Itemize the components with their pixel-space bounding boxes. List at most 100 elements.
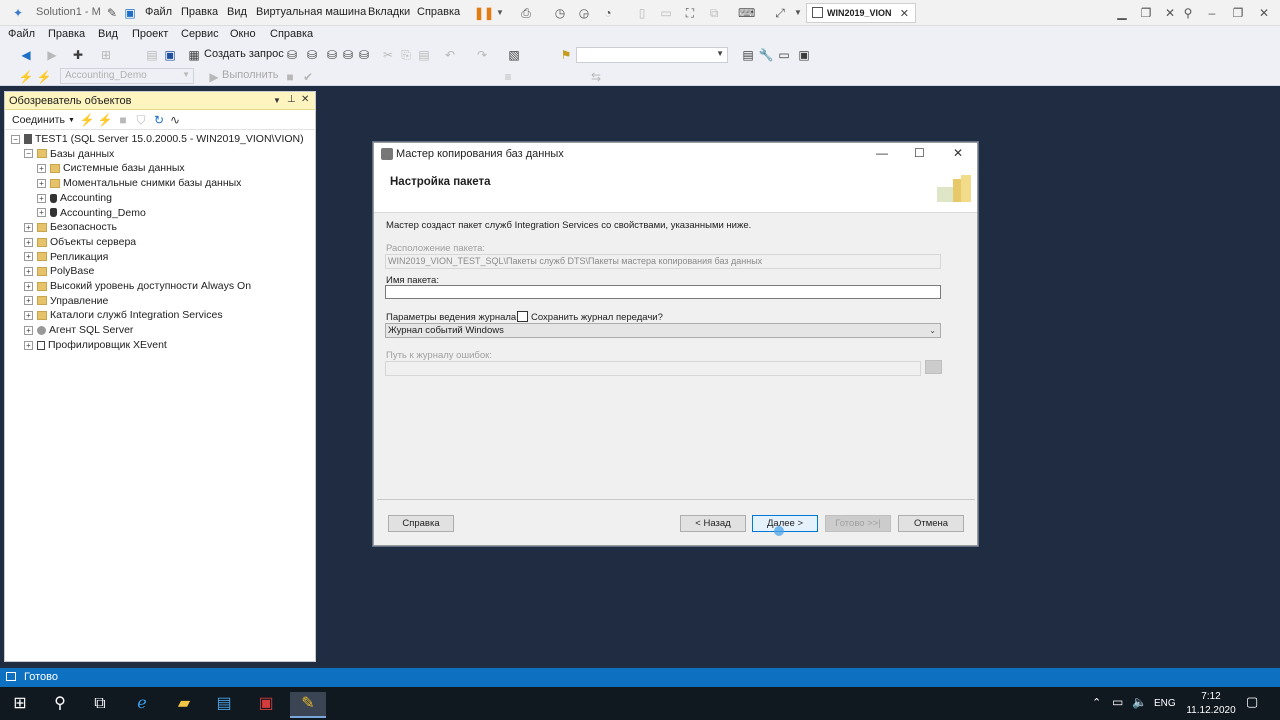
- toolbox-icon[interactable]: ▭: [776, 47, 792, 63]
- connect-object-explorer-icon[interactable]: ⚡: [79, 112, 95, 128]
- sql-installer-icon[interactable]: ▣: [248, 692, 284, 718]
- logging-select[interactable]: Журнал событий Windows ⌄: [385, 323, 941, 338]
- tree-node[interactable]: + Системные базы данных: [37, 162, 185, 176]
- dax-query-icon[interactable]: ⛁: [356, 47, 372, 63]
- close-icon[interactable]: ✕: [301, 94, 309, 105]
- properties-icon[interactable]: 🔧: [758, 47, 774, 63]
- tree-node[interactable]: + Безопасность: [24, 221, 117, 235]
- fullscreen-icon[interactable]: ⛶: [682, 5, 698, 21]
- find-in-files-icon[interactable]: ⚑: [558, 47, 574, 63]
- unity-icon[interactable]: ⧉: [706, 5, 722, 21]
- vm-menu-file[interactable]: Файл: [145, 6, 172, 18]
- expand-icon[interactable]: +: [37, 178, 46, 188]
- cut-icon[interactable]: ✂: [380, 47, 396, 63]
- save-all-icon[interactable]: ▣: [162, 47, 178, 63]
- pause-icon[interactable]: ❚❚: [474, 5, 494, 21]
- help-button[interactable]: Справка: [388, 515, 454, 532]
- database-combo[interactable]: Accounting_Demo ▼: [60, 68, 194, 84]
- send-keys-icon[interactable]: ⎙: [518, 5, 534, 21]
- copy-icon[interactable]: ⎘: [398, 47, 414, 63]
- task-view-icon[interactable]: ⧉: [82, 692, 118, 718]
- sidebar-icon[interactable]: ▯: [634, 5, 650, 21]
- paste-icon[interactable]: ▤: [416, 47, 432, 63]
- activity-monitor-icon[interactable]: ∿: [167, 112, 183, 128]
- stretch-icon[interactable]: ⤢: [772, 5, 788, 21]
- vm-menu-edit[interactable]: Правка: [181, 6, 218, 18]
- snapshot-icon[interactable]: ◷: [552, 5, 568, 21]
- tree-node[interactable]: + Моментальные снимки базы данных: [37, 177, 241, 191]
- xmla-query-icon[interactable]: ⛁: [340, 47, 356, 63]
- network-icon[interactable]: ▭: [1112, 695, 1123, 709]
- new-query-button[interactable]: Создать запрос: [204, 48, 284, 60]
- connect-icon[interactable]: ⚡: [18, 69, 34, 85]
- minimize-icon[interactable]: –: [1204, 5, 1220, 21]
- disconnect-icon[interactable]: ⚡: [97, 112, 113, 128]
- tree-node[interactable]: + Объекты сервера: [24, 236, 136, 250]
- vm-menu-tabs[interactable]: Вкладки: [368, 6, 410, 18]
- search-icon[interactable]: ⚲: [42, 692, 78, 718]
- tree-node[interactable]: + Accounting_Demo: [37, 207, 146, 221]
- tree-node[interactable]: + Репликация: [24, 251, 108, 265]
- add-item-icon[interactable]: ⊞: [98, 47, 114, 63]
- menu-window[interactable]: Окно: [230, 28, 256, 40]
- pin-icon[interactable]: ⊥: [287, 94, 296, 105]
- tree-node[interactable]: + Высокий уровень доступности Always On: [24, 280, 251, 294]
- expand-icon[interactable]: +: [24, 222, 33, 232]
- notifications-icon[interactable]: ▢: [1246, 694, 1258, 710]
- close-icon[interactable]: ✕: [900, 7, 909, 20]
- vm-menu-help[interactable]: Справка: [417, 6, 460, 18]
- back-icon[interactable]: ◀: [18, 47, 34, 63]
- chevron-up-icon[interactable]: ⌃: [1092, 696, 1101, 709]
- windows-start-icon[interactable]: ⊞: [2, 692, 38, 718]
- server-manager-icon[interactable]: ▤: [206, 692, 242, 718]
- expand-icon[interactable]: +: [24, 311, 33, 321]
- save-log-checkbox[interactable]: [517, 311, 528, 322]
- save-icon[interactable]: ▤: [144, 47, 160, 63]
- parse-icon[interactable]: ✔: [300, 69, 316, 85]
- vm-tab[interactable]: WIN2019_VION ✕: [806, 3, 916, 23]
- menu-tools[interactable]: Сервис: [181, 28, 219, 40]
- expand-icon[interactable]: +: [24, 237, 33, 247]
- expand-icon[interactable]: +: [24, 252, 33, 262]
- expand-icon[interactable]: +: [24, 267, 33, 277]
- dmx-query-icon[interactable]: ⛁: [324, 47, 340, 63]
- collapse-icon[interactable]: −: [11, 134, 20, 144]
- file-explorer-icon[interactable]: ▰: [166, 692, 202, 718]
- execute-icon[interactable]: ▶: [206, 69, 222, 85]
- expand-icon[interactable]: +: [24, 281, 33, 291]
- restore-icon[interactable]: ❐: [1230, 5, 1246, 21]
- tree-node[interactable]: + Управление: [24, 295, 108, 309]
- edge-icon[interactable]: ℯ: [124, 692, 160, 718]
- redo-icon[interactable]: ↷: [474, 47, 490, 63]
- tree-node[interactable]: − TEST1 (SQL Server 15.0.2000.5 - WIN2019…: [11, 133, 304, 147]
- connect-button[interactable]: Соединить: [12, 114, 65, 126]
- pin-icon[interactable]: ✎: [104, 5, 120, 21]
- expand-icon[interactable]: +: [37, 193, 46, 203]
- volume-icon[interactable]: 🔈: [1132, 695, 1147, 709]
- expand-icon[interactable]: +: [37, 164, 46, 174]
- tree-node[interactable]: − Базы данных: [24, 148, 114, 162]
- chevron-down-icon[interactable]: ▼: [492, 5, 508, 21]
- search-icon[interactable]: ⚲: [1180, 5, 1196, 21]
- ssms-taskbar-icon[interactable]: ✎: [290, 692, 326, 718]
- chevron-down-icon[interactable]: ▼: [273, 96, 281, 105]
- menu-help[interactable]: Справка: [270, 28, 313, 40]
- console-view-icon[interactable]: ▭: [658, 5, 674, 21]
- expand-icon[interactable]: +: [24, 325, 33, 335]
- comment-icon[interactable]: ≡: [500, 69, 516, 85]
- tree-node[interactable]: + Профилировщик XEvent: [24, 339, 167, 353]
- terminal-icon[interactable]: ⌨: [738, 5, 755, 21]
- minimize-icon[interactable]: —: [876, 146, 888, 160]
- output-icon[interactable]: ▣: [796, 47, 812, 63]
- menu-edit[interactable]: Правка: [48, 28, 85, 40]
- new-query-icon[interactable]: ▦: [186, 47, 202, 63]
- refresh-icon[interactable]: ↻: [151, 112, 167, 128]
- execute-button[interactable]: Выполнить: [222, 69, 278, 81]
- close-icon[interactable]: ✕: [1162, 5, 1178, 21]
- undo-icon[interactable]: ↶: [442, 47, 458, 63]
- db-query-icon[interactable]: ⛁: [284, 47, 300, 63]
- collapse-icon[interactable]: −: [24, 149, 33, 159]
- finish-button[interactable]: Готово >>|: [825, 515, 891, 532]
- revert-snapshot-icon[interactable]: ◶: [576, 5, 592, 21]
- chevron-down-icon[interactable]: ▼: [790, 5, 806, 21]
